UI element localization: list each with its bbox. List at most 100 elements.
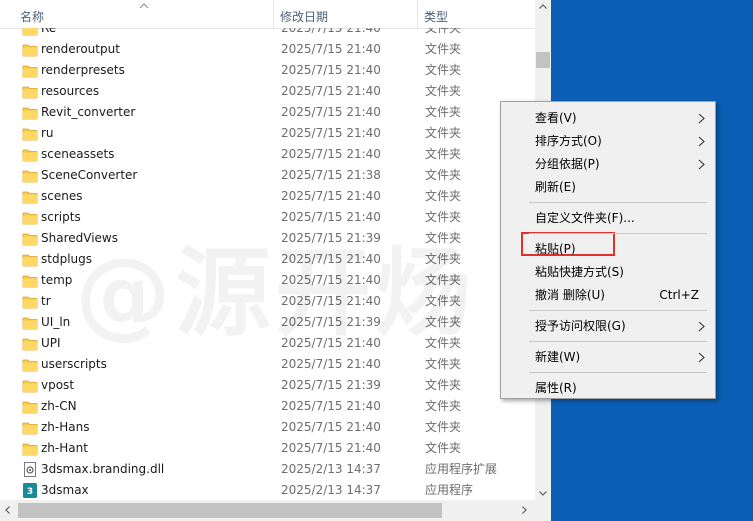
file-name: scenes	[41, 189, 83, 203]
menu-item-label: 授予访问权限(G)	[535, 319, 626, 333]
menu-item-label: 粘贴(P)	[535, 242, 576, 256]
file-type: 文件夹	[425, 336, 462, 350]
file-name: sceneassets	[41, 147, 115, 161]
file-row[interactable]: renderoutput 2025/7/15 21:40 文件夹	[0, 39, 535, 60]
folder-icon	[22, 296, 38, 309]
menu-item[interactable]: 自定义文件夹(F)...	[501, 207, 715, 229]
scroll-up-icon[interactable]	[539, 4, 547, 9]
file-row[interactable]: zh-Hant 2025/7/15 21:40 文件夹	[0, 438, 535, 459]
folder-icon	[22, 359, 38, 372]
file-date: 2025/2/13 14:37	[281, 462, 381, 476]
menu-separator	[529, 233, 707, 234]
menu-item-label: 粘贴快捷方式(S)	[535, 265, 624, 279]
file-type: 文件夹	[425, 28, 462, 35]
menu-item[interactable]: 分组依据(P)	[501, 153, 715, 175]
file-type: 文件夹	[425, 294, 462, 308]
folder-icon	[22, 317, 38, 330]
file-date: 2025/7/15 21:40	[281, 336, 381, 350]
file-type: 文件夹	[425, 42, 462, 56]
menu-separator	[529, 202, 707, 203]
file-row[interactable]: temp 2025/7/15 21:40 文件夹	[0, 270, 535, 291]
file-name: SharedViews	[41, 231, 118, 245]
file-date: 2025/7/15 21:40	[281, 63, 381, 77]
file-name: zh-Hant	[41, 441, 88, 455]
scroll-down-icon[interactable]	[539, 491, 547, 496]
file-name: Re	[41, 28, 57, 35]
file-date: 2025/7/15 21:40	[281, 105, 381, 119]
file-date: 2025/7/15 21:40	[281, 420, 381, 434]
scroll-left-icon[interactable]	[5, 506, 10, 514]
file-type: 文件夹	[425, 399, 462, 413]
file-row[interactable]: userscripts 2025/7/15 21:40 文件夹	[0, 354, 535, 375]
file-name: ru	[41, 126, 54, 140]
file-row[interactable]: zh-CN 2025/7/15 21:40 文件夹	[0, 396, 535, 417]
file-row[interactable]: UI_ln 2025/7/15 21:39 文件夹	[0, 312, 535, 333]
menu-item[interactable]: 撤消 删除(U) Ctrl+Z	[501, 284, 715, 306]
menu-item[interactable]: 排序方式(O)	[501, 130, 715, 152]
file-date: 2025/7/15 21:40	[281, 252, 381, 266]
column-header-bar: 名称 修改日期 类型	[0, 0, 535, 29]
file-date: 2025/2/13 14:37	[281, 483, 381, 497]
menu-item-label: 刷新(E)	[535, 180, 576, 194]
file-row[interactable]: 3 3dsmax 2025/2/13 14:37 应用程序	[0, 480, 535, 500]
column-header-name[interactable]: 名称	[14, 0, 274, 28]
column-header-date[interactable]: 修改日期	[274, 0, 418, 28]
submenu-arrow-icon	[698, 136, 705, 147]
column-header-type[interactable]: 类型	[418, 0, 535, 28]
menu-item[interactable]: 属性(R)	[501, 377, 715, 399]
file-row[interactable]: Re 2025/7/15 21:40 文件夹	[0, 28, 535, 39]
folder-icon	[22, 443, 38, 456]
file-row[interactable]: SharedViews 2025/7/15 21:39 文件夹	[0, 228, 535, 249]
scroll-right-icon[interactable]	[522, 506, 527, 514]
folder-icon	[22, 128, 38, 141]
horizontal-scroll-thumb[interactable]	[18, 503, 442, 518]
file-date: 2025/7/15 21:40	[281, 42, 381, 56]
file-type: 文件夹	[425, 378, 462, 392]
file-row[interactable]: UPI 2025/7/15 21:40 文件夹	[0, 333, 535, 354]
menu-separator	[529, 372, 707, 373]
file-list: Re 2025/7/15 21:40 文件夹 renderoutput 2025/7/1…	[0, 28, 535, 500]
menu-item[interactable]: 刷新(E)	[501, 176, 715, 198]
menu-item[interactable]: 查看(V)	[501, 107, 715, 129]
context-menu: 查看(V) 排序方式(O) 分组依据(P) 刷新(E) 自定义文件夹(F)... 粘贴(P…	[500, 101, 716, 399]
menu-item[interactable]: 授予访问权限(G)	[501, 315, 715, 337]
folder-icon	[22, 212, 38, 225]
file-row[interactable]: scenes 2025/7/15 21:40 文件夹	[0, 186, 535, 207]
file-row[interactable]: scripts 2025/7/15 21:40 文件夹	[0, 207, 535, 228]
file-row[interactable]: vpost 2025/7/15 21:39 文件夹	[0, 375, 535, 396]
menu-item-label: 分组依据(P)	[535, 157, 600, 171]
file-row[interactable]: sceneassets 2025/7/15 21:40 文件夹	[0, 144, 535, 165]
file-row[interactable]: tr 2025/7/15 21:40 文件夹	[0, 291, 535, 312]
file-row[interactable]: stdplugs 2025/7/15 21:40 文件夹	[0, 249, 535, 270]
menu-item[interactable]: 粘贴(P)	[501, 238, 715, 260]
menu-item[interactable]: 粘贴快捷方式(S)	[501, 261, 715, 283]
file-type: 文件夹	[425, 105, 462, 119]
menu-item-label: 新建(W)	[535, 350, 581, 364]
folder-icon	[22, 170, 38, 183]
menu-item[interactable]: 新建(W)	[501, 346, 715, 368]
menu-item-label: 属性(R)	[535, 381, 577, 395]
file-date: 2025/7/15 21:40	[281, 357, 381, 371]
horizontal-scrollbar[interactable]	[0, 500, 535, 521]
file-type: 文件夹	[425, 63, 462, 77]
file-explorer-window: 名称 修改日期 类型 Re 2025/7/15 21:40 文件夹 renderout…	[0, 0, 551, 521]
submenu-arrow-icon	[698, 321, 705, 332]
file-date: 2025/7/15 21:38	[281, 168, 381, 182]
menu-item-label: 自定义文件夹(F)...	[535, 211, 635, 225]
file-name: zh-Hans	[41, 420, 90, 434]
file-type: 文件夹	[425, 147, 462, 161]
file-row[interactable]: renderpresets 2025/7/15 21:40 文件夹	[0, 60, 535, 81]
file-type: 文件夹	[425, 441, 462, 455]
file-row[interactable]: ru 2025/7/15 21:40 文件夹	[0, 123, 535, 144]
file-row[interactable]: resources 2025/7/15 21:40 文件夹	[0, 81, 535, 102]
file-name: vpost	[41, 378, 75, 392]
file-row[interactable]: 3dsmax.branding.dll 2025/2/13 14:37 应用程序扩展	[0, 459, 535, 480]
dll-file-icon	[24, 462, 36, 477]
file-row[interactable]: SceneConverter 2025/7/15 21:38 文件夹	[0, 165, 535, 186]
file-row[interactable]: zh-Hans 2025/7/15 21:40 文件夹	[0, 417, 535, 438]
file-name: resources	[41, 84, 100, 98]
file-row[interactable]: Revit_converter 2025/7/15 21:40 文件夹	[0, 102, 535, 123]
folder-icon	[22, 191, 38, 204]
vertical-scroll-thumb[interactable]	[536, 52, 550, 68]
submenu-arrow-icon	[698, 113, 705, 124]
